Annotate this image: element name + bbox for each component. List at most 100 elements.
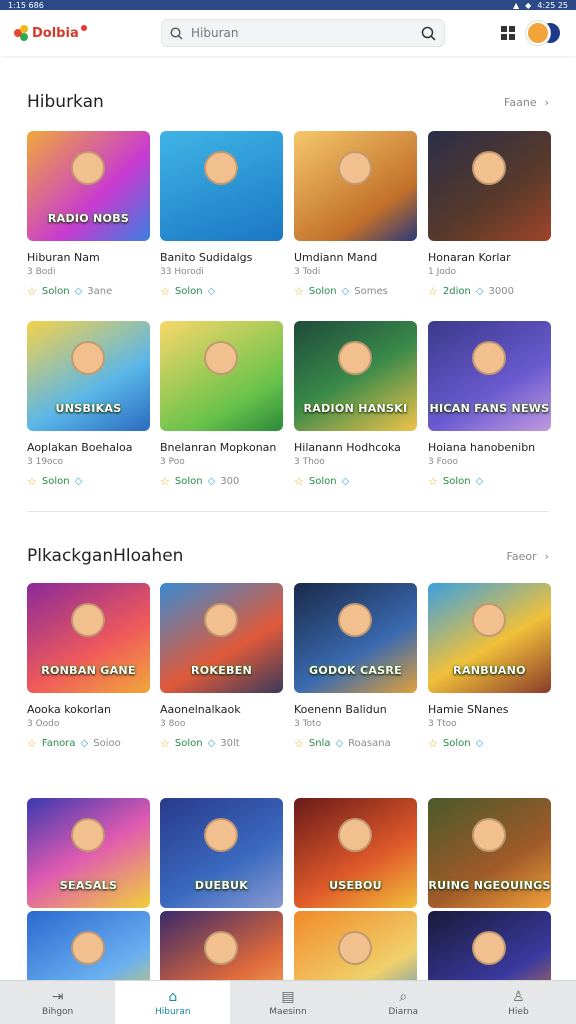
game-card[interactable]: DUEBUK xyxy=(160,798,283,908)
game-thumbnail[interactable]: HARAC AIDANES xyxy=(27,911,150,980)
see-more-link[interactable]: Faeor › xyxy=(507,550,549,563)
game-meta: ☆ Solon ◇ 3ane xyxy=(27,285,150,298)
app-logo[interactable]: Dolbia xyxy=(14,25,144,41)
meta-tag-secondary: Somes xyxy=(354,286,388,297)
play-count: 3 Thoo xyxy=(294,457,325,467)
meta-tag: Solon xyxy=(308,476,337,487)
game-thumbnail[interactable]: GODOK CASRE xyxy=(294,583,417,693)
game-card[interactable]: SEASALS xyxy=(27,798,150,908)
game-meta: ☆ Solon ◇ xyxy=(160,285,283,298)
thumbnail-title: USEBOU xyxy=(329,879,382,892)
star-icon: ☆ xyxy=(294,285,304,298)
search-icon: ⌕ xyxy=(399,988,408,1005)
game-card[interactable]: Honaran Korlar 1 Jodo ☆ 2dion ◇ 3000 xyxy=(428,131,551,298)
character-illustration xyxy=(204,603,238,637)
game-card[interactable]: ROKEBEN Aaonelnalkaok 3 8oo ☆ Solon ◇ 30lt xyxy=(160,583,283,750)
game-thumbnail[interactable]: SUNESEKAS xyxy=(294,911,417,980)
character-illustration xyxy=(204,931,238,965)
game-thumbnail[interactable] xyxy=(160,131,283,241)
game-thumbnail[interactable]: RADIO NOBS xyxy=(27,131,150,241)
character-illustration xyxy=(338,151,372,185)
star-icon: ☆ xyxy=(294,737,304,750)
tag-icon: ◇ xyxy=(475,286,484,297)
game-thumbnail[interactable]: DUEBUK xyxy=(160,798,283,908)
game-thumbnail[interactable] xyxy=(160,321,283,431)
tag-icon: ◇ xyxy=(335,738,344,749)
game-thumbnail[interactable]: UNSBIKAS xyxy=(27,321,150,431)
game-card[interactable] xyxy=(428,911,551,980)
search-input[interactable] xyxy=(191,26,413,40)
game-card[interactable]: UNSBIKAS Aoplakan Boehaloa 3 19oco ☆ Solon ◇ xyxy=(27,321,150,488)
profile-icon: ♙ xyxy=(512,988,525,1005)
character-illustration xyxy=(472,818,506,852)
tag-icon: ◇ xyxy=(80,738,89,749)
game-thumbnail[interactable] xyxy=(428,911,551,980)
star-icon: ☆ xyxy=(27,475,37,488)
game-card[interactable]: RUING NGEOUINGS xyxy=(428,798,551,908)
game-thumbnail[interactable]: RADION HANSKI xyxy=(294,321,417,431)
game-title: Hoiana hanobenibn xyxy=(428,441,536,454)
thumbnail-title: DUEBUK xyxy=(194,879,249,892)
chevron-right-icon: › xyxy=(544,549,549,563)
bottom-navigation: ⇥ Bihgon ⌂ Hiburan ▤ Maesinn ⌕ Diarna ♙ Hieb xyxy=(0,980,576,1024)
game-card[interactable]: HARAC AIDANES xyxy=(27,911,150,980)
game-card[interactable]: RANBUANO Hamie SNanes 3 Ttoo ☆ Solon ◇ xyxy=(428,583,551,750)
game-card[interactable]: Bnelanran Mopkonan 3 Poo ☆ Solon ◇ 300 xyxy=(160,321,283,488)
tab-diarna[interactable]: ⌕ Diarna xyxy=(346,981,461,1024)
grid-icon[interactable] xyxy=(500,25,516,41)
game-card[interactable]: USEBOU xyxy=(294,798,417,908)
avatar-group xyxy=(526,21,562,45)
meta-tag: Fanora xyxy=(41,738,76,749)
game-card[interactable]: Banito Sudidalgs 33 Horodi ☆ Solon ◇ xyxy=(160,131,283,298)
game-meta: ☆ Solon ◇ xyxy=(294,475,417,488)
search-icon xyxy=(170,26,183,39)
tab-hiburan[interactable]: ⌂ Hiburan xyxy=(115,981,231,1024)
search-submit-icon[interactable] xyxy=(421,26,436,41)
thumbnail-title: RADIO NOBS xyxy=(47,212,130,225)
tab-maesinn[interactable]: ▤ Maesinn xyxy=(230,981,345,1024)
game-thumbnail[interactable]: USEBOU xyxy=(294,798,417,908)
game-thumbnail[interactable]: SEASALS xyxy=(27,798,150,908)
tab-bihgon[interactable]: ⇥ Bihgon xyxy=(0,981,115,1024)
game-meta: ☆ 2dion ◇ 3000 xyxy=(428,285,551,298)
game-title: Hamie SNanes xyxy=(428,703,509,716)
game-title: Bnelanran Mopkonan xyxy=(160,441,277,454)
tab-hieb[interactable]: ♙ Hieb xyxy=(461,981,576,1024)
game-thumbnail[interactable]: RONBAN GANE xyxy=(27,583,150,693)
meta-tag: Solon xyxy=(41,476,70,487)
game-card[interactable]: SUNESEKAS xyxy=(294,911,417,980)
star-icon: ☆ xyxy=(27,737,37,750)
section-divider xyxy=(27,511,549,512)
game-thumbnail[interactable]: ROKEBEN xyxy=(160,583,283,693)
app-header: Dolbia xyxy=(0,10,576,56)
play-count: 3 8oo xyxy=(160,719,186,729)
see-more-link[interactable]: Faane › xyxy=(504,96,549,109)
play-count: 3 Fooo xyxy=(428,457,458,467)
search-bar[interactable] xyxy=(161,19,445,47)
star-icon: ☆ xyxy=(294,475,304,488)
thumbnail-title: HICAN FANS NEWS xyxy=(429,402,550,415)
character-illustration xyxy=(472,931,506,965)
tag-icon: ◇ xyxy=(475,476,484,487)
section-title: Hiburkan xyxy=(27,92,104,112)
game-card[interactable]: HICAN FANS NEWS Hoiana hanobenibn 3 Fooo ☆ S… xyxy=(428,321,551,488)
meta-tag-secondary: 300 xyxy=(220,476,240,487)
game-meta: ☆ Solon ◇ 300 xyxy=(160,475,283,488)
game-card[interactable]: RADIO NOBS Hiburan Nam 3 Bodi ☆ Solon ◇ 3ane xyxy=(27,131,150,298)
game-thumbnail[interactable]: HICAN FANS NEWS xyxy=(428,321,551,431)
game-thumbnail[interactable] xyxy=(428,131,551,241)
game-card[interactable]: RADION HANSKI Hilanann Hodhcoka 3 Thoo ☆ Sol… xyxy=(294,321,417,488)
game-card[interactable]: GODOK CASRE Koenenn Balidun 3 Toto ☆ Snla ◇ Ro… xyxy=(294,583,417,750)
game-thumbnail[interactable]: RUING NGEOUINGS xyxy=(428,798,551,908)
wifi-icon: ◆ xyxy=(525,0,532,10)
star-icon: ☆ xyxy=(27,285,37,298)
game-thumbnail[interactable]: RORBUS CAUNS xyxy=(160,911,283,980)
avatar[interactable] xyxy=(526,21,550,45)
character-illustration xyxy=(338,603,372,637)
game-card[interactable]: RORBUS CAUNS xyxy=(160,911,283,980)
game-card[interactable]: Umdiann Mand 3 Todi ☆ Solon ◇ Somes xyxy=(294,131,417,298)
game-thumbnail[interactable] xyxy=(294,131,417,241)
tag-icon: ◇ xyxy=(207,286,216,297)
game-card[interactable]: RONBAN GANE Aooka kokorlan 3 Oodo ☆ Fanora ◇ S… xyxy=(27,583,150,750)
game-thumbnail[interactable]: RANBUANO xyxy=(428,583,551,693)
